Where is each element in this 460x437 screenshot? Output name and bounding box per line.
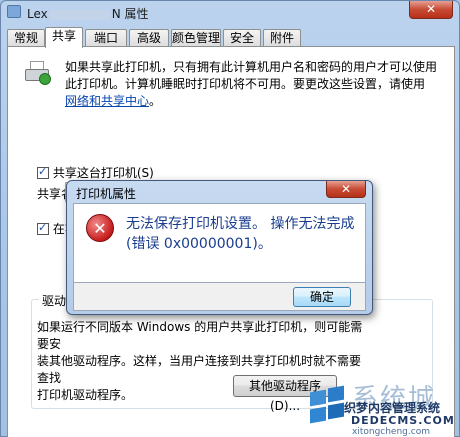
- tab-general[interactable]: 常规: [7, 29, 45, 47]
- window-title-suffix: N 属性: [111, 7, 149, 21]
- error-message: 无法保存打印机设置。 操作无法完成(错误 0x00000001)。: [126, 216, 355, 252]
- tab-ports[interactable]: 端口: [85, 29, 127, 47]
- share-printer-option[interactable]: 共享这台打印机(S): [37, 164, 154, 181]
- watermark-line-2: DEDECMS.COM: [351, 414, 455, 427]
- window-title-prefix: Lex: [27, 7, 48, 21]
- dialog-content: ✕ 无法保存打印机设置。 操作无法完成(错误 0x00000001)。: [73, 203, 366, 283]
- watermark-line-3: xitongcheng.com: [352, 427, 430, 437]
- tab-sharing[interactable]: 共享: [45, 27, 83, 48]
- window-title: Lex N 属性: [27, 5, 149, 22]
- error-icon: ✕: [86, 214, 114, 242]
- network-sharing-center-link[interactable]: 网络和共享中心: [65, 94, 149, 108]
- error-dialog: 打印机属性 ✕ ✕ 无法保存打印机设置。 操作无法完成(错误 0x0000000…: [66, 180, 373, 315]
- render-on-client-checkbox[interactable]: [37, 221, 49, 235]
- drivers-text-line-1: 如果运行不同版本 Windows 的用户共享此打印机，则可能需要安: [37, 320, 363, 351]
- redacted-printer-name: [49, 9, 110, 20]
- tab-accessories[interactable]: 附件: [263, 29, 301, 47]
- share-printer-label: 共享这台打印机(S): [52, 166, 154, 180]
- share-printer-checkbox[interactable]: [37, 165, 49, 179]
- intro-end: 。: [149, 94, 162, 108]
- dialog-title: 打印机属性: [76, 187, 137, 201]
- ok-button[interactable]: 确定: [293, 287, 351, 307]
- sharing-intro-text: 如果共享此打印机，只有拥有此计算机用户名和密码的用户才可以使用此打印机。计算机睡…: [65, 59, 437, 110]
- dialog-footer: 确定: [73, 283, 366, 311]
- intro-text: 如果共享此打印机，只有拥有此计算机用户名和密码的用户才可以使用此打印机。计算机睡…: [65, 60, 438, 91]
- tab-color-management[interactable]: 颜色管理: [171, 29, 221, 47]
- dialog-close-button[interactable]: ✕: [326, 181, 366, 198]
- window-close-button[interactable]: ✕: [409, 1, 453, 19]
- title-bar[interactable]: Lex N 属性 ✕: [1, 1, 459, 23]
- tab-advanced[interactable]: 高级: [129, 29, 169, 47]
- printer-app-icon: [7, 5, 21, 18]
- tab-security[interactable]: 安全: [223, 29, 261, 47]
- shared-printer-icon: [25, 61, 51, 85]
